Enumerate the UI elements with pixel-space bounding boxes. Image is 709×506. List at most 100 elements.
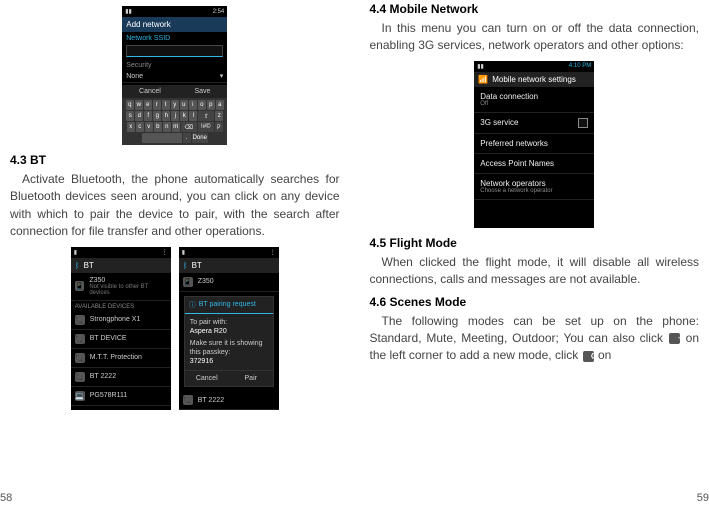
own-device-row[interactable]: 📱 Z350 Not visible to other BT devices bbox=[71, 273, 171, 301]
data-connection-row[interactable]: Data connection Off bbox=[474, 87, 594, 113]
key[interactable]: o bbox=[198, 100, 206, 110]
security-label: Security bbox=[122, 59, 227, 70]
signal-icon: 📶 bbox=[478, 75, 488, 84]
info-icon: ⓘ bbox=[189, 300, 196, 310]
cancel-button[interactable]: Cancel bbox=[139, 88, 161, 95]
bt-device-row[interactable]: 📞 BT DEVICE bbox=[71, 330, 171, 349]
dialog-title: BT pairing request bbox=[199, 301, 256, 308]
key[interactable]: h bbox=[162, 111, 170, 121]
own-device-name: Z350 bbox=[89, 277, 166, 284]
section-4-6-body-1: The following modes can be set up on the… bbox=[370, 314, 700, 345]
security-value: None bbox=[126, 73, 143, 80]
statusbar-time: 4:10 PM bbox=[569, 63, 591, 69]
key[interactable]: c bbox=[136, 122, 144, 132]
signal-icon: ▮▮ bbox=[477, 63, 484, 70]
key[interactable]: f bbox=[144, 111, 152, 121]
section-4-5-body: When clicked the flight mode, it will di… bbox=[370, 254, 700, 289]
key[interactable]: g bbox=[153, 111, 161, 121]
key[interactable]: m bbox=[172, 122, 180, 132]
bluetooth-icon: ᛒ bbox=[75, 261, 80, 270]
own-device-sub: Not visible to other BT devices bbox=[89, 284, 166, 296]
onscreen-keyboard[interactable]: q w e r t y u i o p a s d f g h j k l ⇧ bbox=[122, 98, 227, 145]
mobilenet-title: Mobile network settings bbox=[492, 75, 576, 84]
section-4-4-heading: 4.4 Mobile Network bbox=[370, 2, 700, 16]
bt-titlebar: ᛒ BT bbox=[71, 258, 171, 273]
key[interactable]: x bbox=[127, 122, 135, 132]
key[interactable]: a bbox=[216, 100, 224, 110]
key[interactable]: d bbox=[135, 111, 143, 121]
phone-statusbar: ▮⋮ bbox=[71, 247, 171, 258]
phone-mobile-network: ▮▮ 4:10 PM 📶 Mobile network settings Dat… bbox=[474, 61, 594, 228]
key[interactable]: i bbox=[189, 100, 197, 110]
key[interactable]: k bbox=[180, 111, 188, 121]
section-4-6-body-3: on bbox=[595, 348, 612, 362]
key[interactable]: z bbox=[215, 111, 223, 121]
key[interactable]: v bbox=[145, 122, 153, 132]
phone-icon: 📞 bbox=[75, 372, 85, 382]
setting-label: Preferred networks bbox=[480, 139, 588, 148]
phone-icon: 📱 bbox=[183, 277, 193, 287]
key[interactable]: t bbox=[162, 100, 170, 110]
ssid-input[interactable] bbox=[126, 45, 223, 57]
key[interactable]: b bbox=[154, 122, 162, 132]
ssid-label: Network SSID bbox=[122, 32, 227, 43]
add-network-titlebar: Add network bbox=[122, 17, 227, 32]
own-device-name: Z350 bbox=[198, 278, 214, 285]
mobilenet-titlebar: 📶 Mobile network settings bbox=[474, 72, 594, 87]
setting-label: Data connection bbox=[480, 92, 588, 101]
addnet-button-row: Cancel Save bbox=[122, 85, 227, 98]
key[interactable]: s bbox=[126, 111, 134, 121]
bt-device-row[interactable]: 📞 M.T.T. Protection bbox=[71, 349, 171, 368]
phone-icon: 📱 bbox=[75, 281, 85, 291]
bt-device-row[interactable]: 📞Strongphone X1 bbox=[71, 311, 171, 330]
phone-statusbar: ▮▮ 2:54 bbox=[122, 6, 227, 17]
dialog-cancel-button[interactable]: Cancel bbox=[185, 371, 229, 386]
section-4-3-body: Activate Bluetooth, the phone automatica… bbox=[10, 171, 340, 241]
bt-device-name: PG578R111 bbox=[90, 392, 128, 399]
apn-row[interactable]: Access Point Names bbox=[474, 154, 594, 174]
phone-icon: 📞 bbox=[75, 353, 85, 363]
phone-icon: 📞 bbox=[75, 334, 85, 344]
key[interactable]: p bbox=[207, 100, 215, 110]
backspace-key[interactable]: ⌫ bbox=[181, 122, 197, 132]
own-device-row: 📱 Z350 bbox=[179, 273, 279, 292]
period-key[interactable]: . bbox=[183, 133, 191, 143]
preferred-networks-row[interactable]: Preferred networks bbox=[474, 134, 594, 154]
setting-label: 3G service bbox=[480, 118, 518, 127]
page-left: ▮▮ 2:54 Add network Network SSID Securit… bbox=[0, 0, 355, 506]
dialog-pair-button[interactable]: Pair bbox=[229, 371, 273, 386]
lang-key[interactable]: ק bbox=[215, 122, 223, 132]
key[interactable]: y bbox=[171, 100, 179, 110]
bt-device-row[interactable]: 📞BT 2222 bbox=[71, 368, 171, 387]
chevron-down-icon: ▾ bbox=[220, 72, 224, 80]
security-dropdown[interactable]: None ▾ bbox=[122, 70, 227, 83]
pair-device-name: Aspera R20 bbox=[190, 327, 268, 336]
key[interactable]: n bbox=[163, 122, 171, 132]
bluetooth-icon: ᛒ bbox=[183, 261, 188, 270]
key[interactable]: l bbox=[189, 111, 197, 121]
3g-service-row[interactable]: 3G service bbox=[474, 113, 594, 134]
pc-icon: 💻 bbox=[75, 391, 85, 401]
save-button[interactable]: Save bbox=[194, 88, 210, 95]
key[interactable]: j bbox=[171, 111, 179, 121]
shift-key[interactable]: ⇧ bbox=[198, 111, 214, 121]
space-key[interactable] bbox=[142, 133, 182, 143]
key[interactable]: r bbox=[153, 100, 161, 110]
page-right: 4.4 Mobile Network In this menu you can … bbox=[355, 0, 709, 506]
phone-icon: 📞 bbox=[75, 315, 85, 325]
network-operators-row[interactable]: Network operators Choose a network opera… bbox=[474, 174, 594, 200]
dialog-footer: Cancel Pair bbox=[185, 370, 273, 386]
add-network-title: Add network bbox=[126, 20, 170, 29]
key[interactable]: e bbox=[144, 100, 152, 110]
key[interactable]: q bbox=[126, 100, 134, 110]
checkbox-icon[interactable] bbox=[578, 118, 588, 128]
bt-device-row[interactable]: 💻 PG578R111 bbox=[71, 387, 171, 406]
bt-device-row[interactable]: 📞BT 2222 bbox=[179, 391, 279, 410]
bt-device-name: BT DEVICE bbox=[90, 335, 127, 342]
key[interactable]: w bbox=[135, 100, 143, 110]
done-key[interactable]: Done bbox=[192, 133, 208, 143]
key[interactable]: u bbox=[180, 100, 188, 110]
symbols-key[interactable]: !#© bbox=[198, 122, 214, 132]
bt-device-name: M.T.T. Protection bbox=[90, 354, 142, 361]
bt-device-name: BT 2222 bbox=[198, 397, 224, 404]
